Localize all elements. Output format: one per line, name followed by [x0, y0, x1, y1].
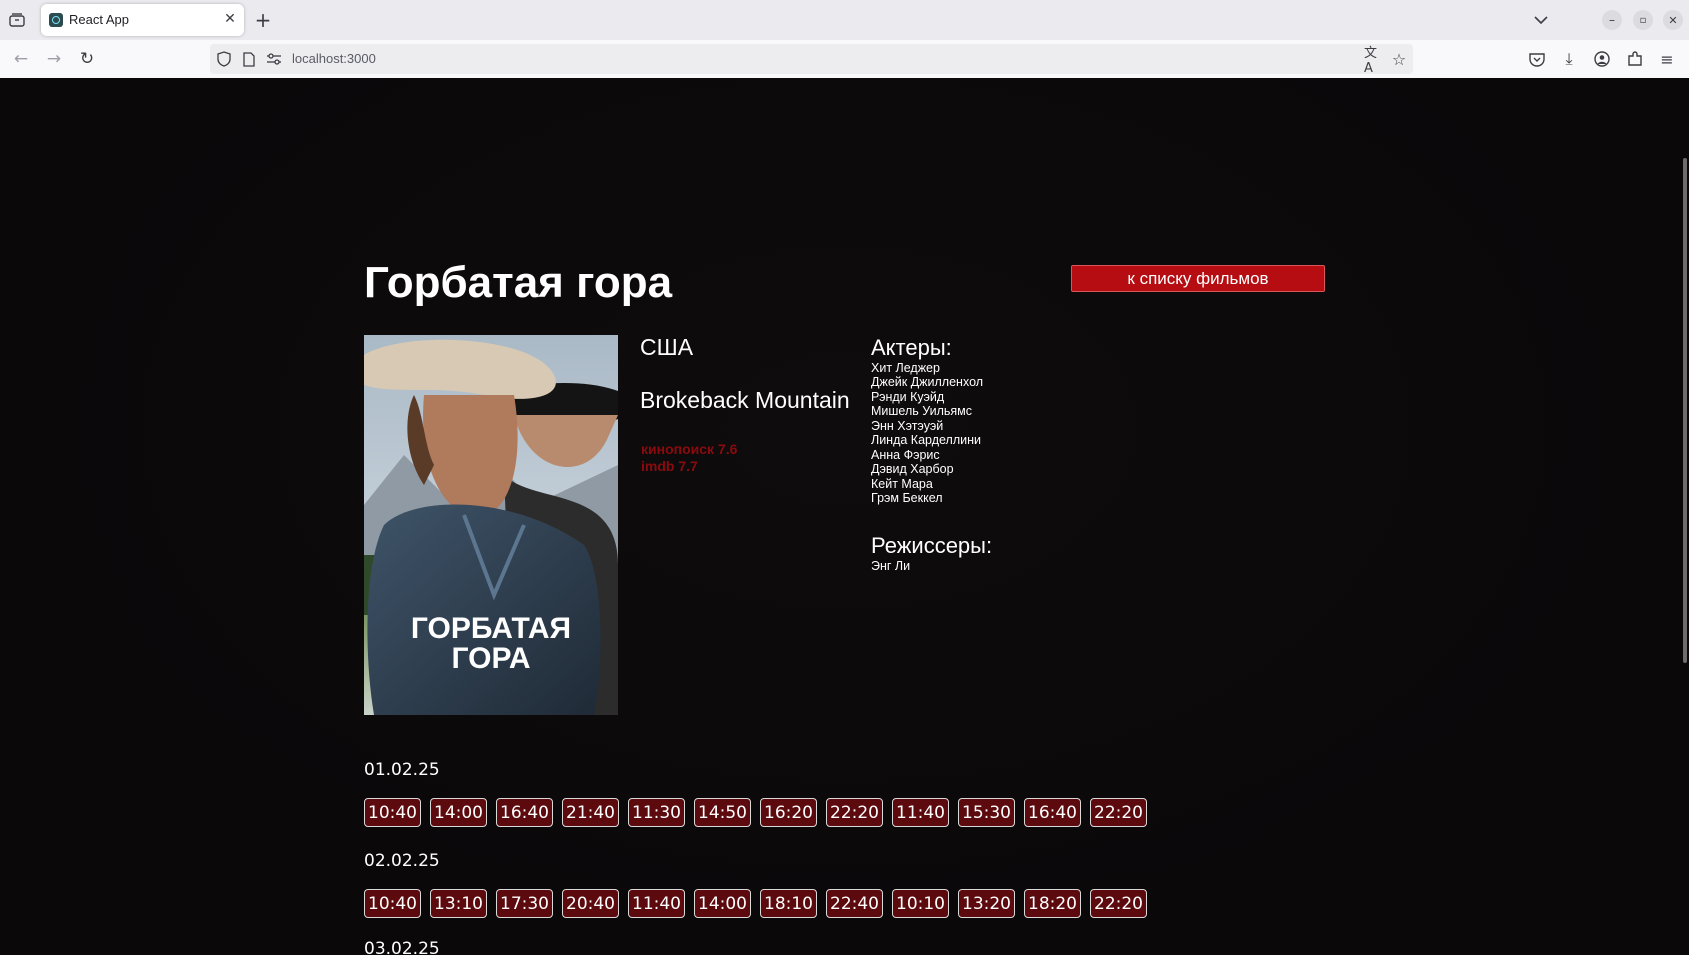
rating-kinopoisk: кинопоиск 7.6 — [641, 441, 738, 457]
movie-poster: ГОРБАТАЯ ГОРА — [364, 335, 618, 715]
back-to-list-button[interactable]: к списку фильмов — [1071, 265, 1325, 292]
showtimes-row: 10:40 14:00 16:40 21:40 11:30 14:50 16:2… — [364, 798, 1147, 827]
forward-arrow-icon[interactable]: → — [43, 48, 65, 70]
showtimes-row: 10:40 13:10 17:30 20:40 11:40 14:00 18:1… — [364, 889, 1147, 918]
page-content: Горбатая гора к списку фильмов ГОРБАТАЯ … — [0, 78, 1689, 955]
account-icon[interactable] — [1591, 48, 1613, 70]
react-favicon-icon — [49, 13, 63, 27]
showtime-button[interactable]: 11:40 — [892, 798, 949, 827]
actor-name: Анна Фэрис — [871, 448, 940, 462]
address-bar[interactable]: localhost:3000 文A ☆ — [210, 44, 1413, 76]
rating-imdb: imdb 7.7 — [641, 458, 698, 474]
new-tab-plus-icon[interactable]: + — [252, 8, 274, 32]
pocket-icon[interactable] — [1526, 48, 1548, 70]
close-icon[interactable]: ✕ — [221, 10, 239, 28]
schedule-date: 02.02.25 — [364, 851, 440, 871]
actor-name: Хит Леджер — [871, 361, 940, 375]
showtime-button[interactable]: 13:20 — [958, 889, 1015, 918]
poster-image: ГОРБАТАЯ ГОРА — [364, 335, 618, 715]
showtime-button[interactable]: 10:40 — [364, 889, 421, 918]
bookmark-star-icon[interactable]: ☆ — [1390, 50, 1408, 69]
showtime-button[interactable]: 13:10 — [430, 889, 487, 918]
directors-heading: Режиссеры: — [871, 533, 993, 558]
showtime-button[interactable]: 22:20 — [1090, 889, 1147, 918]
url-text: localhost:3000 — [292, 51, 376, 66]
back-arrow-icon[interactable]: ← — [10, 48, 32, 70]
showtime-button[interactable]: 22:40 — [826, 889, 883, 918]
tab-title: React App — [69, 12, 129, 27]
menu-hamburger-icon[interactable]: ≡ — [1656, 48, 1678, 70]
showtime-button[interactable]: 10:40 — [364, 798, 421, 827]
showtime-button[interactable]: 16:40 — [496, 798, 553, 827]
reload-icon[interactable]: ↻ — [76, 48, 98, 70]
browser-tab-bar: React App ✕ + – ▫ ✕ — [0, 0, 1689, 40]
actor-name: Грэм Беккел — [871, 491, 943, 505]
page-scrollbar[interactable] — [1683, 158, 1687, 663]
movie-title: Горбатая гора — [364, 258, 673, 307]
schedule-date: 03.02.25 — [364, 939, 440, 955]
showtime-button[interactable]: 10:10 — [892, 889, 949, 918]
actor-name: Линда Карделлини — [871, 433, 981, 447]
showtime-button[interactable]: 11:40 — [628, 889, 685, 918]
showtime-button[interactable]: 15:30 — [958, 798, 1015, 827]
showtime-button[interactable]: 11:30 — [628, 798, 685, 827]
showtime-button[interactable]: 14:50 — [694, 798, 751, 827]
extensions-puzzle-icon[interactable] — [1624, 48, 1646, 70]
actor-name: Дэвид Харбор — [871, 462, 954, 476]
movie-country: США — [640, 334, 694, 360]
page-icon[interactable] — [240, 50, 258, 68]
translate-icon[interactable]: 文A — [1364, 46, 1382, 76]
minimize-window-icon[interactable]: – — [1602, 10, 1622, 30]
showtime-button[interactable]: 16:40 — [1024, 798, 1081, 827]
showtime-button[interactable]: 18:10 — [760, 889, 817, 918]
poster-title-line2: ГОРА — [452, 642, 531, 675]
showtime-button[interactable]: 22:20 — [1090, 798, 1147, 827]
showtime-button[interactable]: 17:30 — [496, 889, 553, 918]
actor-name: Мишель Уильямс — [871, 404, 973, 418]
showtime-button[interactable]: 22:20 — [826, 798, 883, 827]
tab-react-app[interactable]: React App ✕ — [41, 4, 244, 36]
tab-overview-icon[interactable] — [6, 9, 28, 31]
showtime-button[interactable]: 14:00 — [694, 889, 751, 918]
showtime-button[interactable]: 14:00 — [430, 798, 487, 827]
tab-list-chevron-down-icon[interactable] — [1530, 9, 1552, 31]
permissions-icon[interactable] — [265, 50, 283, 68]
showtime-button[interactable]: 16:20 — [760, 798, 817, 827]
schedule-date: 01.02.25 — [364, 760, 440, 780]
restore-window-icon[interactable]: ▫ — [1633, 10, 1653, 30]
movie-original-title: Brokeback Mountain — [640, 387, 850, 413]
showtime-button[interactable]: 18:20 — [1024, 889, 1081, 918]
actor-name: Энн Хэтэуэй — [871, 419, 944, 433]
showtime-button[interactable]: 20:40 — [562, 889, 619, 918]
close-window-icon[interactable]: ✕ — [1663, 10, 1683, 30]
actor-name: Кейт Мара — [871, 477, 933, 491]
shield-icon[interactable] — [215, 50, 233, 68]
actor-name: Рэнди Куэйд — [871, 390, 945, 404]
actor-name: Джейк Джилленхол — [871, 375, 984, 389]
download-icon[interactable]: ⤓ — [1558, 48, 1580, 70]
director-name: Энг Ли — [871, 559, 911, 573]
actors-heading: Актеры: — [871, 335, 952, 360]
poster-title-line1: ГОРБАТАЯ — [411, 612, 571, 645]
showtime-button[interactable]: 21:40 — [562, 798, 619, 827]
browser-navigation-bar: ← → ↻ localhost:3000 文A ☆ ⤓ ≡ — [0, 40, 1689, 79]
